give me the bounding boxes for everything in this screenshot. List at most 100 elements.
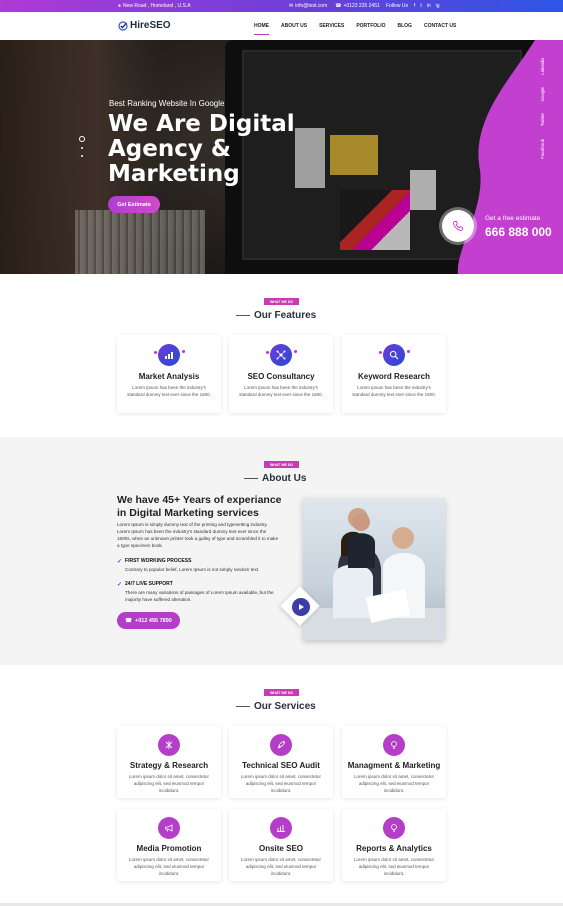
side-link-linkedin[interactable]: Linkedin [540,58,545,75]
about-phone-button[interactable]: ☎ +012 456 7890 [117,612,180,629]
logo-text: HireSEO [130,20,171,31]
nav-blog[interactable]: BLOG [398,23,412,29]
phone-link[interactable]: ☎ +0123 235 2451 [335,3,380,9]
get-estimate-button[interactable]: Get Estimate [108,196,160,213]
chart-icon [154,344,185,366]
service-card-strategy[interactable]: Strategy & Research Lorem ipsum dolor si… [117,726,221,798]
card-title: Managment & Marketing [347,761,441,770]
about-title-text: About Us [262,473,307,484]
about-title: About Us [244,473,306,484]
services-title-text: Our Services [254,701,316,712]
linkedin-icon[interactable]: in [427,3,431,9]
email-link[interactable]: ✉ info@test.com [289,3,327,9]
top-bar: ● New Road , Homeland , U.S.A ✉ info@test… [0,0,563,12]
check-icon: ✓ [117,582,123,588]
megaphone-icon [158,817,180,839]
feature-card-market-analysis[interactable]: Market Analysis Lorem Ipsum has been the… [117,335,221,413]
hero-title-line: Marketing [108,161,240,187]
follow-us-label: Follow Us [386,3,408,9]
hero-title-line: Agency & [108,136,231,162]
nav-portfolio[interactable]: PORTFOLIO [356,23,385,29]
about-point: ✓ 24/7 LIVE SUPPORT [117,581,173,588]
service-card-management[interactable]: Managment & Marketing Lorem ipsum dolor … [342,726,446,798]
nav-services[interactable]: SERVICES [319,23,344,29]
rocket-icon [270,734,292,756]
side-link-twitter[interactable]: Twitter [540,113,545,126]
nav-about[interactable]: ABOUT US [281,23,307,29]
estimate-number[interactable]: 666 888 000 [485,225,552,239]
card-desc: Lorem ipsum dolor sit amet, consectetur … [353,857,435,876]
card-title: Keyword Research [357,372,431,381]
card-title: Onsite SEO [258,844,303,853]
feature-card-keyword-research[interactable]: Keyword Research Lorem Ipsum has been th… [342,335,446,413]
slider-dot[interactable] [81,155,83,157]
card-title: Market Analysis [138,372,200,381]
bulb-icon [383,734,405,756]
about-heading: We have 45+ Years of experiance in Digit… [117,494,282,519]
phone-icon: ☎ [125,617,132,624]
nav-home[interactable]: HOME [254,23,269,35]
phone-icon [453,221,463,231]
hero-title-line: We Are Digital [108,111,295,137]
title-line [244,478,258,479]
slider-dots [78,136,86,163]
logo[interactable]: HireSEO [118,20,171,31]
card-desc: Lorem Ipsum has been the industry's stan… [127,385,211,397]
about-point-desc: There are many variations of passages of… [125,590,274,602]
about-point-title: 24/7 LIVE SUPPORT [125,581,173,587]
card-desc: Lorem Ipsum has been the industry's stan… [352,385,436,397]
service-card-technical-seo[interactable]: Technical SEO Audit Lorem ipsum dolor si… [229,726,333,798]
features-title: Our Features [236,310,316,321]
bulb-icon [383,817,405,839]
side-link-facebook[interactable]: Facebook [540,139,545,159]
team-illustration [303,508,445,640]
twitter-icon[interactable]: t [420,3,421,9]
play-button[interactable] [292,598,310,616]
side-link-google[interactable]: Google [540,87,545,102]
service-card-onsite-seo[interactable]: Onsite SEO Lorem ipsum dolor sit amet, c… [229,809,333,881]
side-social-links: Linkedin Google Twitter Facebook [540,58,554,170]
address-text: New Road , Homeland , U.S.A [123,3,191,9]
facebook-icon[interactable]: f [414,3,415,9]
feature-card-seo-consultancy[interactable]: SEO Consultancy Lorem Ipsum has been the… [229,335,333,413]
card-desc: Lorem ipsum dolor sit amet, consectetur … [240,774,322,793]
about-point-title: FIRST WORKING PROCESS [125,558,192,564]
about-badge: WHAT WE DO [264,461,300,468]
bar-chart-icon [270,817,292,839]
card-desc: Lorem ipsum dolor sit amet, consectetur … [128,774,210,793]
about-section [0,437,563,665]
logo-check-icon [118,20,128,31]
service-card-media-promotion[interactable]: Media Promotion Lorem ipsum dolor sit am… [117,809,221,881]
check-icon: ✓ [117,559,123,565]
services-badge: WHAT WE DO [264,689,300,696]
address: ● New Road , Homeland , U.S.A [118,3,191,9]
title-line [236,706,250,707]
card-title: Media Promotion [136,844,202,853]
features-title-text: Our Features [254,310,317,321]
about-point: ✓ FIRST WORKING PROCESS [117,558,191,565]
card-desc: Lorem ipsum dolor sit amet, consectetur … [353,774,435,793]
estimate-label: Get a free estimate [485,215,541,222]
location-pin-icon: ● [118,3,122,9]
card-desc: Lorem ipsum dolor sit amet, consectetur … [128,857,210,876]
service-card-reports[interactable]: Reports & Analytics Lorem ipsum dolor si… [342,809,446,881]
hero-title: We Are Digital Agency & Marketing [108,112,308,187]
about-point-desc: Contrary to popular belief, Lorem Ipsum … [125,567,260,572]
services-title: Our Services [236,701,316,712]
card-title: SEO Consultancy [247,372,315,381]
network-icon [266,344,297,366]
call-button[interactable] [442,210,474,242]
strategy-icon [158,734,180,756]
slider-dot[interactable] [81,147,83,149]
about-phone-number: +012 456 7890 [135,617,172,624]
card-title: Strategy & Research [129,761,209,770]
hero-banner: Linkedin Google Twitter Facebook Best Ra… [0,40,563,274]
phone-icon: ☎ [335,3,342,9]
slider-dot-active[interactable] [79,136,85,142]
card-title: Reports & Analytics [356,844,432,853]
nav-contact[interactable]: CONTACT US [424,23,456,29]
about-team-photo [303,498,445,640]
card-title: Technical SEO Audit [242,761,320,770]
instagram-icon[interactable]: ig [436,3,440,9]
play-icon [299,604,304,610]
